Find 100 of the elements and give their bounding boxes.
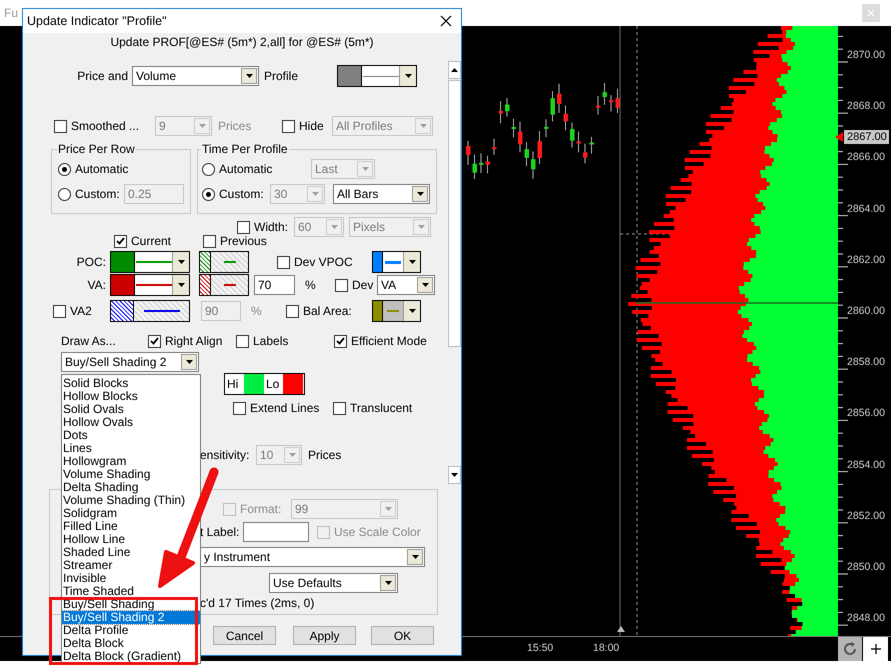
caret-icon bbox=[330, 225, 338, 229]
checkbox-label: Dev bbox=[352, 278, 374, 292]
line-style-picker[interactable] bbox=[199, 274, 249, 296]
checkbox[interactable] bbox=[334, 334, 347, 348]
caret-icon bbox=[418, 225, 424, 229]
input-field[interactable]: 70 bbox=[254, 275, 295, 295]
checkbox[interactable] bbox=[54, 120, 67, 132]
marker-icon bbox=[617, 626, 625, 632]
scroll-down-icon bbox=[451, 473, 458, 477]
dropdown[interactable]: Buy/Sell Shading 2 bbox=[61, 352, 199, 372]
checkbox[interactable] bbox=[282, 120, 295, 132]
list-item[interactable]: Hollowgram bbox=[62, 455, 200, 468]
radio-button[interactable] bbox=[202, 188, 215, 200]
add-button[interactable] bbox=[863, 637, 888, 661]
candlestick bbox=[505, 98, 510, 117]
radio-label: Automatic bbox=[75, 162, 128, 176]
radio-button[interactable] bbox=[58, 162, 71, 176]
price-label: 2852.00 bbox=[847, 508, 885, 523]
radio-label: Automatic bbox=[219, 162, 272, 176]
dropdown[interactable]: VA bbox=[377, 275, 435, 295]
checkbox[interactable] bbox=[237, 220, 250, 234]
line-style-picker[interactable] bbox=[110, 274, 190, 296]
list-item[interactable]: Buy/Sell Shading 2 bbox=[62, 611, 200, 624]
dropdown[interactable]: Use Defaults bbox=[269, 573, 398, 593]
line-style-picker[interactable] bbox=[337, 65, 417, 87]
scrollbar[interactable] bbox=[448, 61, 461, 484]
list-item[interactable]: Delta Block (Gradient) bbox=[62, 650, 200, 663]
field-label: Price and bbox=[76, 69, 129, 83]
refresh-icon bbox=[842, 641, 858, 657]
radio-button[interactable] bbox=[202, 162, 215, 176]
caret-icon bbox=[312, 192, 318, 196]
list-item[interactable]: Shaded Line bbox=[62, 546, 200, 559]
list-item[interactable]: Filled Line bbox=[62, 520, 200, 533]
candlestick bbox=[466, 140, 470, 166]
checkbox[interactable] bbox=[203, 234, 216, 248]
list-item[interactable]: Solid Ovals bbox=[62, 403, 200, 416]
current-price-tag: 2867.00 bbox=[844, 130, 889, 144]
line-style-picker[interactable] bbox=[199, 251, 249, 273]
list-item[interactable]: Solid Blocks bbox=[62, 377, 200, 390]
checkbox[interactable] bbox=[286, 304, 299, 318]
list-item[interactable]: Delta Block bbox=[62, 637, 200, 650]
refresh-button[interactable] bbox=[838, 637, 862, 661]
list-item[interactable]: Time Shaded bbox=[62, 585, 200, 598]
color-swatch bbox=[244, 374, 264, 394]
checkbox[interactable] bbox=[335, 278, 348, 292]
line-style-picker[interactable] bbox=[372, 251, 421, 273]
list-item[interactable]: Invisible bbox=[62, 572, 200, 585]
checkbox-label: Previous bbox=[220, 234, 267, 248]
candlestick bbox=[609, 94, 614, 112]
list-item[interactable]: Streamer bbox=[62, 559, 200, 572]
checkbox-label: Translucent bbox=[350, 401, 412, 415]
caret-icon bbox=[420, 124, 426, 128]
list-item[interactable]: Volume Shading (Thin) bbox=[62, 494, 200, 507]
checkbox[interactable] bbox=[236, 334, 249, 348]
dialog-button[interactable]: Cancel bbox=[213, 626, 276, 645]
checkbox-label: Dev VPOC bbox=[294, 255, 353, 269]
list-item[interactable]: Solidgram bbox=[62, 507, 200, 520]
list-item[interactable]: Delta Shading bbox=[62, 481, 200, 494]
unit-label: Prices bbox=[218, 119, 252, 133]
hi-lo-color-picker[interactable]: Hi Lo bbox=[224, 373, 305, 395]
line-style-picker[interactable] bbox=[110, 300, 190, 322]
list-item[interactable]: Lines bbox=[62, 442, 200, 455]
line-style-picker[interactable] bbox=[372, 300, 421, 322]
candlestick bbox=[544, 118, 548, 138]
radio-button[interactable] bbox=[58, 188, 71, 200]
checkbox[interactable] bbox=[53, 304, 66, 318]
dialog-subtitle: Update PROF[@ES# (5m*) 2,all] for @ES# (5m*) bbox=[109, 34, 375, 51]
list-item[interactable]: Buy/Sell Shading bbox=[62, 598, 200, 611]
list-item[interactable]: Volume Shading bbox=[62, 468, 200, 481]
price-label: 2864.00 bbox=[847, 202, 885, 216]
list-item[interactable]: Hollow Line bbox=[62, 533, 200, 546]
price-label: 2856.00 bbox=[847, 406, 885, 420]
checkbox-label: Format: bbox=[240, 502, 282, 516]
candlestick bbox=[557, 83, 562, 114]
candlestick bbox=[531, 151, 536, 180]
checkbox[interactable] bbox=[148, 334, 161, 348]
dialog-button[interactable]: OK bbox=[371, 626, 434, 645]
caret-icon bbox=[422, 283, 428, 287]
dialog-button[interactable]: Apply bbox=[293, 626, 356, 645]
list-item[interactable]: Hollow Ovals bbox=[62, 416, 200, 429]
list-item[interactable]: Hollow Blocks bbox=[62, 390, 200, 403]
checkbox[interactable] bbox=[333, 402, 346, 414]
time-label: 15:50 bbox=[527, 642, 554, 654]
dropdown[interactable]: y Instrument bbox=[200, 547, 425, 567]
input-field[interactable] bbox=[243, 522, 309, 542]
list-item[interactable]: Delta Profile bbox=[62, 624, 200, 637]
checkbox[interactable] bbox=[114, 234, 127, 248]
line-style-picker[interactable] bbox=[110, 251, 190, 273]
price-label: 2858.00 bbox=[847, 355, 885, 370]
checkbox[interactable] bbox=[233, 402, 246, 414]
candlestick bbox=[472, 154, 477, 180]
plus-icon bbox=[870, 644, 880, 654]
dropdown[interactable]: Volume bbox=[132, 66, 259, 86]
candlestick bbox=[512, 118, 516, 138]
candlestick bbox=[538, 130, 542, 164]
checkbox[interactable] bbox=[277, 256, 290, 268]
caret-icon bbox=[186, 360, 192, 364]
dropdown[interactable]: All Bars bbox=[333, 184, 430, 204]
caret-icon bbox=[178, 260, 184, 264]
list-item[interactable]: Dots bbox=[62, 429, 200, 442]
